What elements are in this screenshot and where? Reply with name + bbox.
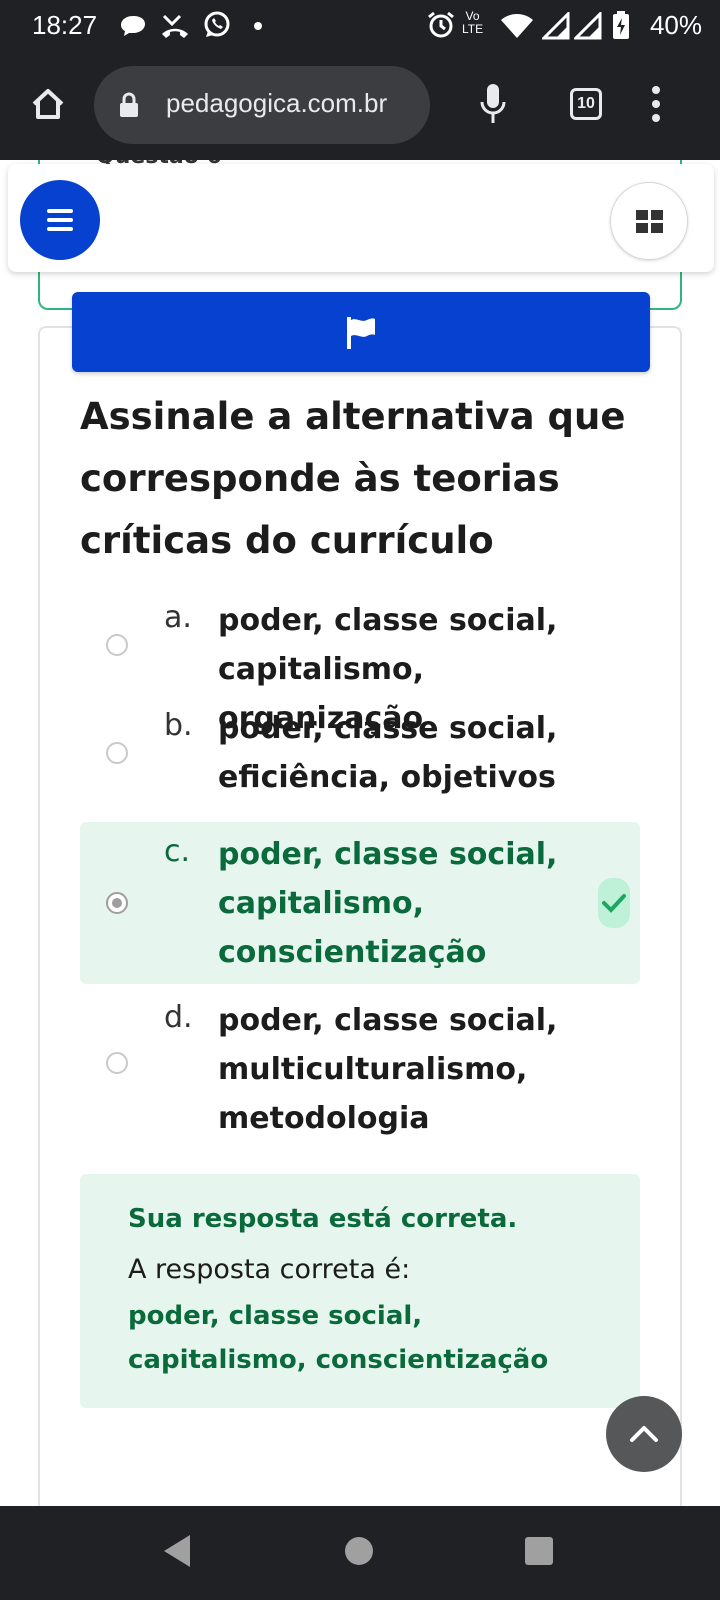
feedback-label: A resposta correta é:: [128, 1254, 411, 1285]
dot-icon: [254, 22, 262, 30]
feedback-box: Sua resposta está correta. A resposta co…: [80, 1174, 640, 1408]
home-circle-icon[interactable]: [344, 1536, 374, 1566]
microphone-icon[interactable]: [478, 82, 508, 126]
menu-button[interactable]: [20, 180, 100, 260]
url-text: pedagogica.com.br: [166, 88, 388, 118]
option-b[interactable]: b. poder, classe social, eficiência, obj…: [80, 704, 640, 808]
chat-bubble-icon: [121, 16, 145, 36]
option-letter: a.: [164, 600, 192, 635]
grid-icon: [635, 209, 648, 220]
scroll-to-top-button[interactable]: [606, 1396, 682, 1472]
more-vert-icon[interactable]: [650, 84, 662, 124]
back-icon[interactable]: [160, 1532, 194, 1570]
address-bar[interactable]: pedagogica.com.br: [94, 66, 430, 144]
question-text: Assinale a alternativa que corresponde à…: [80, 395, 626, 562]
correct-badge: [598, 878, 630, 928]
option-text: poder, classe social, eficiência, objeti…: [218, 711, 558, 795]
home-icon[interactable]: [28, 84, 68, 124]
radio-button-selected[interactable]: [106, 892, 128, 914]
battery-percent: 40%: [649, 10, 702, 40]
option-d[interactable]: d. poder, classe social, multiculturalis…: [80, 996, 640, 1146]
check-icon: [602, 894, 626, 913]
radio-button[interactable]: [106, 1052, 128, 1074]
feedback-title: Sua resposta está correta.: [128, 1204, 518, 1234]
page-content: Questão 6 Assinale a alternativa que cor…: [0, 160, 720, 1506]
feedback-answer: poder, classe social, capitalismo, consc…: [128, 1301, 549, 1375]
signal-icon: [574, 12, 602, 40]
status-time: 18:27: [32, 10, 98, 40]
menu-icon: [47, 209, 73, 213]
recents-icon[interactable]: [524, 1536, 554, 1566]
tab-switcher-button[interactable]: 10: [570, 88, 602, 120]
wifi-icon: [501, 14, 533, 38]
option-text: poder, classe social, capitalismo, consc…: [218, 837, 558, 970]
status-bar: 18:27 Vo LTE 40%: [0, 0, 720, 52]
flag-question-button[interactable]: [72, 292, 650, 372]
system-nav-bar: [0, 1506, 720, 1600]
missed-call-icon: [162, 14, 188, 38]
option-c[interactable]: c. poder, classe social, capitalismo, co…: [80, 822, 640, 984]
volte-icon: Vo LTE: [462, 10, 483, 36]
flag-icon: [347, 317, 375, 349]
signal-icon: [542, 12, 570, 40]
option-letter: c.: [164, 834, 191, 869]
radio-button[interactable]: [106, 634, 128, 656]
lock-icon: [120, 92, 138, 117]
option-letter: b.: [164, 708, 193, 743]
option-letter: d.: [164, 1000, 193, 1035]
grid-button[interactable]: [610, 182, 688, 260]
quiz-nav-bar: [8, 164, 714, 272]
volte-bottom: LTE: [462, 22, 484, 36]
chevron-up-icon: [630, 1426, 658, 1442]
battery-charging-icon: [613, 11, 629, 39]
browser-toolbar: pedagogica.com.br 10: [0, 52, 720, 160]
radio-button[interactable]: [106, 742, 128, 764]
alarm-icon: [428, 11, 454, 38]
option-a[interactable]: a. poder, classe social, capitalismo, or…: [80, 596, 640, 736]
option-text: poder, classe social, multiculturalismo,…: [218, 1003, 558, 1136]
whatsapp-icon: [204, 11, 230, 37]
